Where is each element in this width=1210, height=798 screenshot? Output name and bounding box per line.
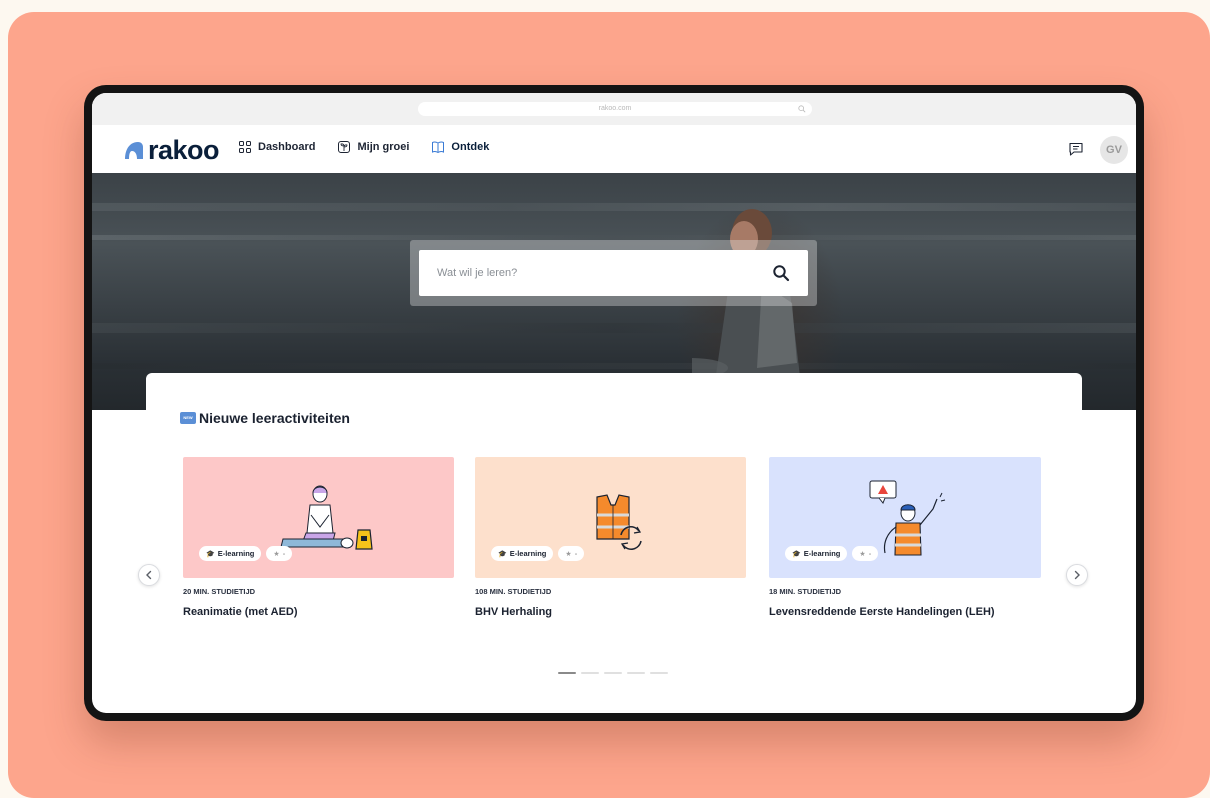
carousel-dot[interactable] xyxy=(627,672,645,674)
search-box xyxy=(419,250,808,296)
star-icon: ★ xyxy=(565,550,572,558)
card-chips: 🎓 E-learning ★ - xyxy=(199,546,293,561)
nav-ontdek-label: Ontdek xyxy=(451,141,490,153)
carousel-dot[interactable] xyxy=(650,672,668,674)
nav-ontdek[interactable]: Ontdek xyxy=(431,140,489,154)
carousel-prev-button[interactable] xyxy=(138,564,160,586)
logo-text: rakoo xyxy=(148,135,220,165)
activity-card-reanimatie[interactable]: 🎓 E-learning ★ - 20 MIN. STUDIETIJD Rean… xyxy=(183,457,454,618)
star-icon: ★ xyxy=(859,550,866,558)
chevron-left-icon xyxy=(146,570,152,580)
content-panel: NEW Nieuwe leeractiviteiten 🎓 E-learning… xyxy=(138,373,1088,713)
carousel-next-button[interactable] xyxy=(1066,564,1088,586)
url-bar[interactable]: rakoo.com xyxy=(418,102,812,116)
carousel-dot[interactable] xyxy=(604,672,622,674)
rating-chip: ★ - xyxy=(558,546,585,561)
type-chip-label: E-learning xyxy=(509,549,547,558)
grid-icon xyxy=(239,141,251,153)
chat-icon[interactable] xyxy=(1068,141,1084,157)
card-thumbnail: 🎓 E-learning ★ - xyxy=(475,457,746,578)
url-search-icon xyxy=(798,105,806,113)
type-chip: 🎓 E-learning xyxy=(199,546,262,561)
card-studytime: 18 MIN. STUDIETIJD xyxy=(769,587,842,596)
star-icon: ★ xyxy=(273,550,280,558)
card-chips: 🎓 E-learning ★ - xyxy=(491,546,585,561)
avatar[interactable]: GV xyxy=(1100,136,1128,164)
rating-chip-value: - xyxy=(868,549,872,558)
carousel-pagination xyxy=(558,672,668,674)
app-header: rakoo Dashboard Mijn groei Ontdek GV xyxy=(92,125,1136,173)
main-nav: Dashboard Mijn groei Ontdek xyxy=(238,140,489,154)
nav-dashboard-label: Dashboard xyxy=(258,141,316,153)
graduation-cap-icon: 🎓 xyxy=(206,550,215,558)
book-icon xyxy=(432,141,445,154)
growth-icon xyxy=(338,141,351,153)
tablet-frame: rakoo.com rakoo Dashboard Mijn groei Ont… xyxy=(84,85,1144,721)
section-title-text: Nieuwe leeractiviteiten xyxy=(199,410,350,426)
search-input[interactable] xyxy=(419,250,749,296)
card-chips: 🎓 E-learning ★ - xyxy=(785,546,879,561)
type-chip-label: E-learning xyxy=(803,549,841,558)
graduation-cap-icon: 🎓 xyxy=(498,550,507,558)
carousel-dot[interactable] xyxy=(558,672,576,674)
screen: rakoo.com rakoo Dashboard Mijn groei Ont… xyxy=(92,93,1136,713)
nav-mijn-groei[interactable]: Mijn groei xyxy=(337,140,409,154)
graduation-cap-icon: 🎓 xyxy=(792,550,801,558)
rating-chip: ★ - xyxy=(266,546,293,561)
card-thumbnail: 🎓 E-learning ★ - xyxy=(183,457,454,578)
logo[interactable]: rakoo xyxy=(122,135,220,165)
card-studytime: 20 MIN. STUDIETIJD xyxy=(183,587,256,596)
browser-bar: rakoo.com xyxy=(92,93,1136,125)
section-title: NEW Nieuwe leeractiviteiten xyxy=(180,410,350,426)
card-studytime: 108 MIN. STUDIETIJD xyxy=(475,587,552,596)
card-title: Levensreddende Eerste Handelingen (LEH) xyxy=(769,606,995,618)
motion-blur xyxy=(92,323,1136,333)
nav-mijn-groei-label: Mijn groei xyxy=(357,141,410,153)
search-icon[interactable] xyxy=(772,264,790,282)
type-chip: 🎓 E-learning xyxy=(491,546,554,561)
search-panel xyxy=(410,240,817,306)
nav-dashboard[interactable]: Dashboard xyxy=(238,140,315,154)
rating-chip-value: - xyxy=(574,549,578,558)
card-title: Reanimatie (met AED) xyxy=(183,606,298,618)
rakoo-logo-icon xyxy=(125,142,143,159)
url-text: rakoo.com xyxy=(598,105,632,112)
rating-chip: ★ - xyxy=(852,546,879,561)
activity-card-leh[interactable]: 🎓 E-learning ★ - 18 MIN. STUDIETIJD Leve… xyxy=(769,457,1041,618)
type-chip-label: E-learning xyxy=(217,549,255,558)
carousel-dot[interactable] xyxy=(581,672,599,674)
motion-blur xyxy=(92,203,1136,211)
motion-blur xyxy=(92,363,1136,369)
chevron-right-icon xyxy=(1074,570,1080,580)
activity-card-bhv-herhaling[interactable]: 🎓 E-learning ★ - 108 MIN. STUDIETIJD BHV… xyxy=(475,457,746,618)
rating-chip-value: - xyxy=(282,549,286,558)
type-chip: 🎓 E-learning xyxy=(785,546,848,561)
card-title: BHV Herhaling xyxy=(475,606,553,618)
new-badge-icon: NEW xyxy=(180,412,196,424)
card-thumbnail: 🎓 E-learning ★ - xyxy=(769,457,1041,578)
